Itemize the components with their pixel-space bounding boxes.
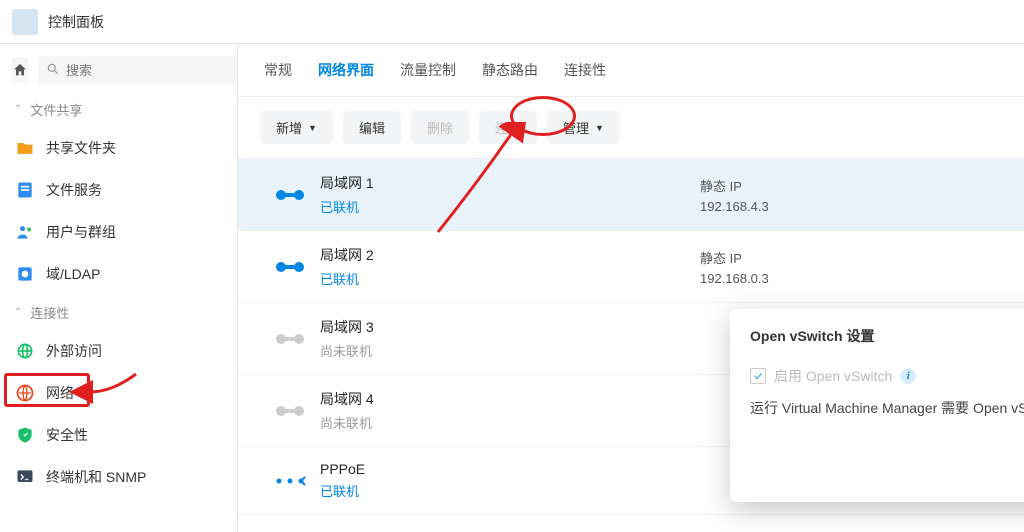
sidebar-item-security[interactable]: 安全性 [0,414,237,456]
sidebar-item-terminal-snmp[interactable]: 终端机和 SNMP [0,456,237,498]
network-row[interactable]: 局域网 2 已联机静态 IP 192.168.0.3 [238,231,1024,303]
network-status: 已联机 [320,481,700,500]
tab-traffic-control[interactable]: 流量控制 [400,60,456,84]
sidebar-item-users-groups[interactable]: 用户与群组 [0,211,237,253]
globe-icon [14,340,36,362]
ldap-icon [14,263,36,285]
network-ip: 192.168.4.3 [700,199,1002,214]
sidebar-item-shared-folder[interactable]: 共享文件夹 [0,127,237,169]
add-button[interactable]: 新增▼ [260,111,333,144]
info-icon[interactable]: i [900,368,916,384]
edit-button[interactable]: 编辑 [343,111,401,144]
dialog-description: 运行 Virtual Machine Manager 需要 Open vSwit… [750,398,1024,418]
control-panel-icon [12,9,38,35]
terminal-icon [14,466,36,488]
arrow-annotation [0,368,144,412]
chevron-down-icon: ▼ [595,123,604,133]
tab-static-route[interactable]: 静态路由 [482,60,538,84]
tab-network-interface[interactable]: 网络界面 [318,60,374,84]
chevron-up-icon: ⌃ [14,104,22,115]
sidebar-item-file-services[interactable]: 文件服务 [0,169,237,211]
folder-icon [14,137,36,159]
users-icon [14,221,36,243]
home-icon [12,62,28,78]
network-name: 局域网 4 [320,389,700,409]
chevron-down-icon: ▼ [308,123,317,133]
tab-general[interactable]: 常规 [264,60,292,84]
network-status-icon [260,257,320,277]
manage-button[interactable]: 管理▼ [547,111,620,144]
shield-icon [14,424,36,446]
network-name: 局域网 3 [320,317,700,337]
chevron-up-icon: ⌃ [14,307,22,318]
delete-button[interactable]: 删除 [411,111,469,144]
file-service-icon [14,179,36,201]
network-status: 已联机 [320,269,700,288]
section-connectivity[interactable]: ⌃ 连接性 [0,295,237,330]
section-file-sharing[interactable]: ⌃ 文件共享 [0,92,237,127]
tabs: 常规 网络界面 流量控制 静态路由 连接性 [238,44,1024,97]
checkbox-label: 启用 Open vSwitch [774,366,892,386]
network-row[interactable]: 局域网 1 已联机静态 IP 192.168.4.3 [238,159,1024,231]
tab-connectivity[interactable]: 连接性 [564,60,606,84]
network-name: 局域网 2 [320,245,700,265]
dialog-title: Open vSwitch 设置 [750,326,874,346]
connect-button[interactable]: 连接 [479,111,537,144]
network-status: 尚未联机 [320,341,700,360]
network-ip: 192.168.0.3 [700,271,1002,286]
home-button[interactable] [12,57,28,83]
network-name: 局域网 1 [320,173,700,193]
network-ip-type: 静态 IP [700,176,1002,195]
search-box[interactable] [38,56,238,84]
network-status-icon [260,471,320,491]
enable-ovs-checkbox[interactable] [750,368,766,384]
network-status-icon [260,401,320,421]
sidebar-item-domain-ldap[interactable]: 域/LDAP [0,253,237,295]
network-name: PPPoE [320,461,700,477]
toolbar: 新增▼ 编辑 删除 连接 管理▼ [238,97,1024,158]
check-icon [753,371,763,381]
window-title: 控制面板 [48,12,104,32]
search-icon [46,62,60,79]
main-panel: 常规 网络界面 流量控制 静态路由 连接性 新增▼ 编辑 删除 连接 管理▼ 局… [238,44,1024,532]
network-status-icon [260,185,320,205]
network-status-icon [260,329,320,349]
network-status: 已联机 [320,197,700,216]
network-status: 尚未联机 [320,413,700,432]
sidebar-item-network[interactable]: 网络 [0,372,237,414]
ovs-dialog: Open vSwitch 设置 启用 Open vSwitch i 运行 Vir… [730,309,1024,502]
search-input[interactable] [66,63,238,78]
sidebar-item-external-access[interactable]: 外部访问 [0,330,237,372]
sidebar: ⌃ 文件共享 共享文件夹 文件服务 用户与群组 域/LDAP ⌃ 连接性 外部访… [0,44,238,532]
network-ip-type: 静态 IP [700,248,1002,267]
